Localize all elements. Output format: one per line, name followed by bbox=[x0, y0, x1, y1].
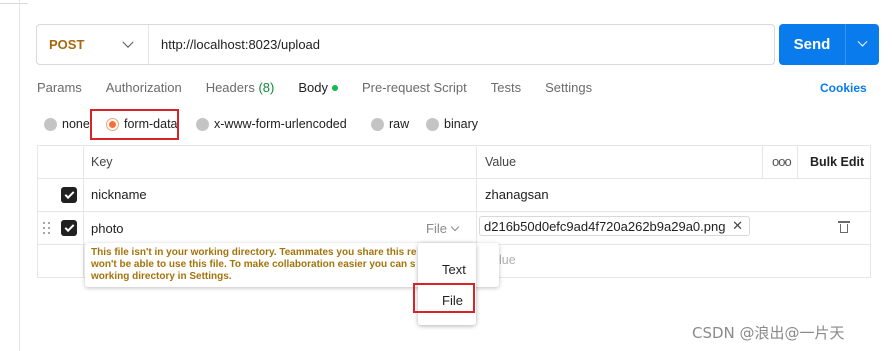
radio-binary[interactable]: binary bbox=[426, 117, 478, 131]
send-button[interactable]: Send bbox=[779, 36, 845, 53]
method-label: POST bbox=[49, 37, 85, 52]
menu-item-text[interactable]: Text bbox=[442, 262, 466, 277]
method-select[interactable]: POST bbox=[37, 25, 149, 64]
row-key[interactable]: photo bbox=[91, 221, 124, 236]
radio-label: binary bbox=[444, 117, 479, 131]
radio-label: raw bbox=[389, 117, 410, 131]
radio-circle-icon bbox=[44, 117, 57, 131]
table-col-divider bbox=[797, 145, 798, 178]
file-chip[interactable]: d216b50d0efc9ad4f720a262b9a29a0.png ✕ bbox=[479, 216, 750, 236]
radio-circle-icon bbox=[371, 117, 384, 131]
request-tabs: Params Authorization Headers (8) Body Pr… bbox=[37, 80, 616, 98]
tab-pre-request-script[interactable]: Pre-request Script bbox=[362, 80, 467, 98]
chevron-down-icon bbox=[122, 36, 134, 48]
table-col-divider bbox=[762, 145, 763, 178]
request-bar: POST http://localhost:8023/upload bbox=[36, 24, 775, 65]
close-icon[interactable]: ✕ bbox=[732, 218, 743, 234]
trash-icon[interactable] bbox=[838, 221, 850, 233]
row-value[interactable]: zhanagsan bbox=[485, 187, 549, 202]
radio-x-www-form-urlencoded[interactable]: x-www-form-urlencoded bbox=[196, 117, 347, 131]
table-header-divider bbox=[37, 178, 871, 179]
headers-count: (8) bbox=[258, 80, 275, 95]
send-button-group: Send bbox=[779, 24, 879, 65]
tab-authorization[interactable]: Authorization bbox=[106, 80, 182, 98]
radio-raw[interactable]: raw bbox=[371, 117, 409, 131]
cookies-link[interactable]: Cookies bbox=[820, 81, 867, 95]
drag-handle-icon[interactable] bbox=[43, 222, 51, 234]
tab-headers-label: Headers bbox=[205, 80, 255, 95]
more-options-icon[interactable]: ooo bbox=[772, 154, 792, 169]
check-icon bbox=[64, 188, 74, 199]
chevron-down-icon bbox=[450, 222, 460, 232]
window-top-edge bbox=[0, 0, 894, 12]
radio-label: x-www-form-urlencoded bbox=[214, 117, 347, 131]
active-dot-icon bbox=[331, 84, 338, 91]
send-dropdown-button[interactable] bbox=[846, 36, 879, 48]
table-col-divider bbox=[83, 145, 84, 278]
sidebar-divider bbox=[19, 0, 20, 351]
row-checkbox[interactable] bbox=[61, 220, 77, 236]
tab-params[interactable]: Params bbox=[37, 80, 82, 98]
column-header-value: Value bbox=[485, 155, 517, 169]
annotation-box-file bbox=[413, 283, 475, 313]
row-checkbox[interactable] bbox=[61, 187, 77, 203]
file-name: d216b50d0efc9ad4f720a262b9a29a0.png bbox=[484, 218, 726, 234]
new-value-placeholder[interactable]: lue bbox=[499, 253, 516, 267]
bulk-edit-button[interactable]: Bulk Edit bbox=[810, 155, 864, 169]
radio-circle-icon bbox=[426, 117, 439, 131]
radio-none[interactable]: none bbox=[44, 117, 90, 131]
chevron-down-icon bbox=[857, 36, 868, 47]
check-icon bbox=[64, 221, 74, 232]
row-key[interactable]: nickname bbox=[91, 187, 147, 202]
url-input[interactable]: http://localhost:8023/upload bbox=[149, 37, 320, 52]
tab-settings[interactable]: Settings bbox=[545, 80, 592, 98]
key-type-label: File bbox=[426, 221, 447, 236]
radio-circle-icon bbox=[196, 117, 209, 131]
column-header-key: Key bbox=[91, 155, 113, 169]
annotation-box-form-data bbox=[90, 109, 179, 140]
tab-headers[interactable]: Headers (8) bbox=[206, 80, 275, 98]
tab-tests[interactable]: Tests bbox=[491, 80, 521, 98]
key-type-select[interactable]: File bbox=[426, 221, 460, 236]
tab-body-label: Body bbox=[298, 80, 328, 95]
table-row-divider bbox=[37, 211, 871, 212]
tab-body[interactable]: Body bbox=[298, 80, 338, 98]
watermark: CSDN @浪出@一片天 bbox=[692, 324, 845, 342]
radio-label: none bbox=[62, 117, 90, 131]
